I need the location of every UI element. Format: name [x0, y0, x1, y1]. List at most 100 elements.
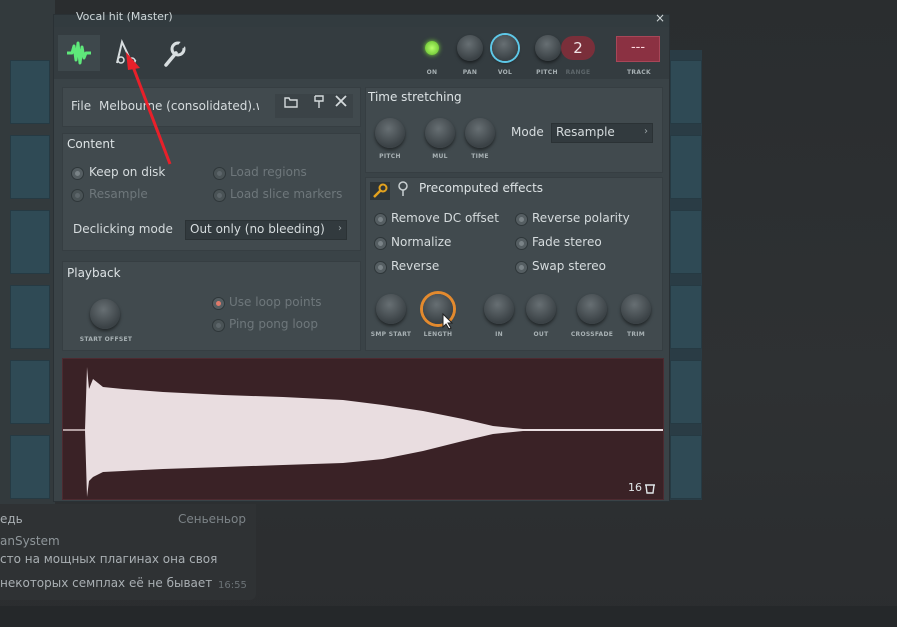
- ping-pong-loop-label[interactable]: Ping pong loop: [229, 317, 318, 331]
- pitch-label: PITCH: [536, 69, 558, 76]
- load-regions-radio[interactable]: [213, 167, 226, 180]
- region-pin-icon[interactable]: [312, 95, 326, 113]
- start-offset-knob[interactable]: [90, 299, 120, 329]
- chat-line: едь: [0, 512, 23, 526]
- volume-label: VOL: [497, 69, 513, 76]
- mixer-track-selector[interactable]: ---: [616, 36, 660, 62]
- ts-mul-label: MUL: [432, 153, 448, 160]
- precomputed-effects-title: Precomputed effects: [419, 181, 544, 195]
- length-label: LENGTH: [423, 331, 453, 338]
- background-mixer-left: [0, 0, 55, 510]
- mixer-strip: [670, 435, 702, 499]
- reverse-label[interactable]: Reverse: [391, 259, 439, 273]
- resample-label[interactable]: Resample: [89, 187, 148, 201]
- track-label: TRACK: [627, 69, 651, 76]
- trim-label: TRIM: [626, 331, 646, 338]
- declicking-mode-dropdown[interactable]: Out only (no bleeding) ›: [185, 220, 347, 240]
- mixer-strip: [670, 285, 702, 349]
- ts-pitch-knob[interactable]: [375, 118, 405, 148]
- chevron-right-icon: ›: [644, 126, 648, 137]
- load-slice-markers-label[interactable]: Load slice markers: [230, 187, 342, 201]
- mixer-strip: [670, 60, 702, 124]
- fade-stereo-label[interactable]: Fade stereo: [532, 235, 602, 249]
- background-mixer-right: [668, 50, 702, 500]
- annotation-arrow: [126, 52, 172, 165]
- playback-panel: Playback START OFFSET Use loop points Pi…: [62, 261, 361, 351]
- waveform-display[interactable]: 16: [62, 358, 664, 500]
- pitch-range-display[interactable]: 2: [561, 36, 595, 60]
- tab-sample-settings[interactable]: [58, 35, 100, 71]
- load-regions-label[interactable]: Load regions: [230, 165, 307, 179]
- chat-line: сто на мощных плагинах она своя: [0, 552, 218, 566]
- resample-radio[interactable]: [71, 189, 84, 202]
- file-label: File: [71, 99, 92, 113]
- fade-out-knob[interactable]: [526, 294, 556, 324]
- waveform-graphic: [63, 367, 663, 497]
- volume-knob[interactable]: [492, 35, 518, 61]
- trash-icon[interactable]: [644, 483, 656, 494]
- content-title: Content: [67, 137, 115, 151]
- mixer-strip: [670, 210, 702, 274]
- on-led[interactable]: [425, 41, 439, 55]
- folder-icon[interactable]: [284, 96, 298, 112]
- precomputed-effects-panel: Precomputed effects Remove DC offset Nor…: [365, 177, 663, 351]
- declicking-mode-value: Out only (no bleeding): [190, 222, 325, 236]
- swap-stereo-radio[interactable]: [515, 261, 528, 274]
- remove-dc-offset-label[interactable]: Remove DC offset: [391, 211, 499, 225]
- mixer-strip: [10, 285, 50, 349]
- clear-file-icon[interactable]: [335, 95, 347, 111]
- bottom-bar: [0, 606, 897, 627]
- mode-label: Mode: [511, 125, 544, 139]
- keep-on-disk-radio[interactable]: [71, 167, 84, 180]
- close-icon[interactable]: ×: [655, 11, 665, 25]
- wrench-icon: [373, 183, 388, 198]
- reverse-radio[interactable]: [374, 261, 387, 274]
- ts-time-knob[interactable]: [465, 118, 495, 148]
- pan-knob[interactable]: [457, 35, 483, 61]
- use-loop-points-radio[interactable]: [212, 297, 225, 310]
- file-panel: File Melbourne (consolidated).wav: [62, 87, 361, 127]
- knob-pin-icon[interactable]: [397, 181, 409, 201]
- load-slice-markers-radio[interactable]: [213, 189, 226, 202]
- pitch-knob[interactable]: [535, 35, 561, 61]
- ts-mul-knob[interactable]: [425, 118, 455, 148]
- mixer-strip: [10, 135, 50, 199]
- mixer-strip: [670, 135, 702, 199]
- trim-knob[interactable]: [621, 294, 651, 324]
- mode-dropdown[interactable]: Resample ›: [551, 123, 653, 143]
- normalize-radio[interactable]: [374, 237, 387, 250]
- chat-panel: едь Сеньеньор anSystem сто на мощных пла…: [0, 504, 256, 600]
- smp-start-label: SMP START: [370, 331, 412, 338]
- bit-depth-label: 16: [628, 481, 642, 494]
- reverse-polarity-radio[interactable]: [515, 213, 528, 226]
- remove-dc-offset-radio[interactable]: [374, 213, 387, 226]
- normalize-label[interactable]: Normalize: [391, 235, 451, 249]
- on-label: ON: [426, 69, 438, 76]
- window-titlebar[interactable]: Vocal hit (Master) ×: [54, 10, 669, 27]
- mixer-strip: [670, 360, 702, 424]
- smp-start-knob[interactable]: [376, 294, 406, 324]
- chat-time: 16:55: [218, 580, 247, 591]
- wrench-toggle[interactable]: [370, 182, 390, 200]
- use-loop-points-label[interactable]: Use loop points: [229, 295, 322, 309]
- fade-stereo-radio[interactable]: [515, 237, 528, 250]
- waveform-icon: [67, 41, 91, 65]
- content-panel: Content Keep on disk Resample Load regio…: [62, 133, 361, 251]
- mixer-strip: [10, 360, 50, 424]
- fade-in-knob[interactable]: [484, 294, 514, 324]
- time-stretching-title: Time stretching: [368, 90, 462, 104]
- playback-title: Playback: [67, 266, 121, 280]
- window-title: Vocal hit (Master): [76, 10, 173, 23]
- start-offset-label: START OFFSET: [79, 336, 133, 343]
- mixer-strip: [10, 60, 50, 124]
- chat-line: некоторых семплах её не бывает: [0, 576, 213, 590]
- crossfade-knob[interactable]: [577, 294, 607, 324]
- declicking-mode-label: Declicking mode: [73, 222, 173, 236]
- chevron-right-icon: ›: [338, 223, 342, 234]
- swap-stereo-label[interactable]: Swap stereo: [532, 259, 606, 273]
- range-label: RANGE: [565, 69, 591, 76]
- mixer-strip: [10, 210, 50, 274]
- reverse-polarity-label[interactable]: Reverse polarity: [532, 211, 630, 225]
- crossfade-label: CROSSFADE: [570, 331, 614, 338]
- ping-pong-loop-radio[interactable]: [212, 319, 225, 332]
